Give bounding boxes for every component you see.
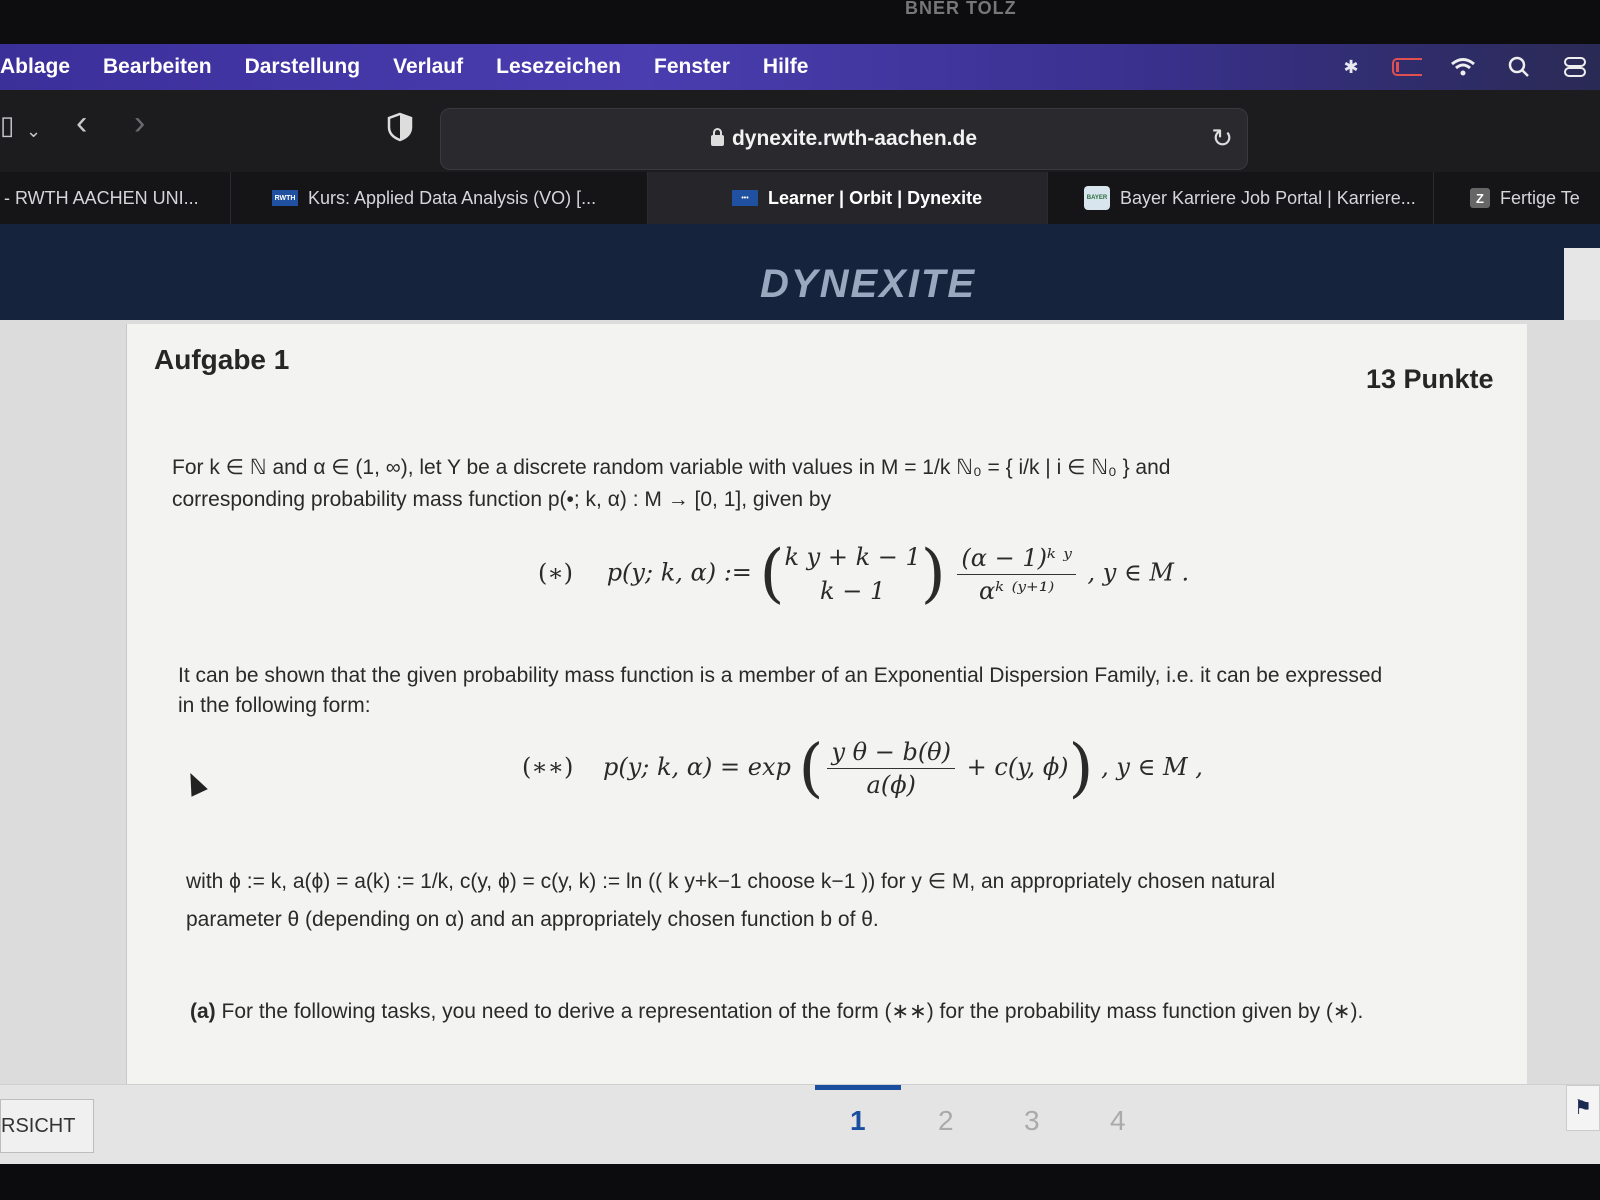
reload-icon[interactable]: ↻ (1211, 123, 1233, 154)
sidebar-toggle-icon[interactable]: ▯ (0, 108, 14, 142)
z-favicon-icon: Z (1470, 188, 1490, 208)
overview-button[interactable]: RSICHT (0, 1099, 94, 1153)
frac-numerator: (α − 1)ᵏ ʸ (957, 544, 1076, 575)
tab-bar: - RWTH AACHEN UNI... RWTH Kurs: Applied … (0, 172, 1600, 224)
tab-label: Kurs: Applied Data Analysis (VO) [... (308, 187, 597, 208)
overview-label: RSICHT (1, 1114, 76, 1137)
menu-bar: Ablage Bearbeiten Darstellung Verlauf Le… (0, 44, 1600, 90)
page-4-button[interactable]: 4 (1110, 1105, 1126, 1137)
task-points: 13 Punkte (1366, 364, 1494, 394)
browser-toolbar: ▯ ⌄ ‹ › dynexite.rwth-aachen.de ↻ (0, 90, 1600, 172)
part-a-label: (a) (190, 1000, 216, 1023)
bluetooth-icon[interactable]: ✱ (1336, 55, 1366, 79)
frac-denominator: αᵏ ⁽ʸ⁺¹⁾ (979, 576, 1055, 605)
formula-double-star-label: (∗∗) (522, 753, 574, 781)
formula-double-star-lhs: p(y; k, α) = exp (603, 753, 791, 781)
formula-star-tail: , y ∈ M . (1087, 558, 1190, 587)
dynexite-logo: DYNEXITE (760, 262, 977, 306)
formula-star-lhs: p(y; k, α) := (606, 558, 752, 587)
rwth-favicon-icon: RWTH (272, 190, 298, 206)
active-page-indicator (815, 1085, 901, 1090)
tab-fertige[interactable]: Z Fertige Te (1434, 172, 1600, 224)
tab-label: Fertige Te (1500, 187, 1580, 208)
forward-button[interactable]: › (134, 106, 145, 140)
battery-icon[interactable] (1392, 55, 1422, 79)
shield-icon[interactable] (386, 112, 414, 148)
menu-ablage[interactable]: Ablage (0, 55, 70, 79)
formula-star-fraction: (α − 1)ᵏ ʸ αᵏ ⁽ʸ⁺¹⁾ (957, 544, 1076, 605)
part-a-text: For the following tasks, you need to der… (221, 1000, 1364, 1023)
tab-dynexite[interactable]: ••• Learner | Orbit | Dynexite (648, 172, 1048, 224)
page-1-button[interactable]: 1 (850, 1105, 866, 1137)
frac-denominator: a(ϕ) (866, 771, 916, 799)
formula-double-star-plus: + c(y, ϕ) (966, 753, 1069, 781)
with-line-1: with ϕ := k, a(ϕ) = a(k) := 1/k, c(y, ϕ)… (186, 870, 1276, 893)
page-3-button[interactable]: 3 (1024, 1105, 1040, 1137)
binom-bottom: k − 1 (820, 577, 886, 605)
bayer-favicon-icon: BAYER (1084, 186, 1110, 210)
back-button[interactable]: ‹ (76, 106, 87, 140)
intro-line-2: corresponding probability mass function … (172, 488, 832, 511)
menu-verlauf[interactable]: Verlauf (393, 55, 463, 79)
tab-label: Learner | Orbit | Dynexite (768, 187, 983, 208)
tab-bayer[interactable]: BAYER Bayer Karriere Job Portal | Karrie… (1048, 172, 1434, 224)
menu-bearbeiten[interactable]: Bearbeiten (103, 55, 212, 79)
search-icon[interactable] (1504, 55, 1534, 79)
formula-star-binomial: k y + k − 1 k − 1 (785, 540, 921, 608)
dock (0, 1164, 1600, 1200)
chevron-down-icon[interactable]: ⌄ (26, 114, 41, 148)
tab-rwth[interactable]: - RWTH AACHEN UNI... (0, 172, 231, 224)
formula-double-star: (∗∗) p(y; k, α) = exp (y θ − b(θ) a(ϕ) + … (522, 731, 1203, 806)
menu-lesezeichen[interactable]: Lesezeichen (496, 55, 621, 79)
formula-double-star-tail: , y ∈ M , (1101, 753, 1203, 781)
edf-line-1: It can be shown that the given probabili… (178, 664, 1383, 687)
with-line-2: parameter θ (depending on α) and an appr… (186, 908, 879, 931)
menu-fenster[interactable]: Fenster (654, 55, 730, 79)
address-url: dynexite.rwth-aachen.de (731, 127, 978, 150)
lock-icon (710, 128, 724, 146)
camera-notch-label: BNER TOLZ (905, 0, 1017, 18)
page-2-button[interactable]: 2 (938, 1105, 954, 1137)
intro-line-1: For k ∈ ℕ and α ∈ (1, ∞), let Y be a dis… (172, 456, 1171, 479)
task-title: Aufgabe 1 (154, 344, 290, 375)
status-icons: ✱ (1336, 44, 1590, 90)
frac-numerator: y θ − b(θ) (827, 738, 955, 769)
part-a: (a) For the following tasks, you need to… (190, 996, 1363, 1027)
formula-star: (∗) p(y; k, α) := (k y + k − 1k − 1) (α … (538, 537, 1190, 611)
flag-icon[interactable]: ⚑ (1566, 1085, 1600, 1131)
control-center-icon[interactable] (1560, 55, 1590, 79)
tab-label: - RWTH AACHEN UNI... (4, 187, 199, 208)
tab-label: Bayer Karriere Job Portal | Karriere... (1120, 187, 1416, 208)
binom-top: k y + k − 1 (784, 543, 921, 571)
menu-darstellung[interactable]: Darstellung (245, 55, 361, 79)
formula-double-star-fraction: y θ − b(θ) a(ϕ) (827, 738, 955, 799)
edf-line-2: in the following form: (178, 694, 371, 717)
menu-hilfe[interactable]: Hilfe (763, 55, 809, 79)
formula-star-label: (∗) (538, 558, 574, 587)
address-bar[interactable]: dynexite.rwth-aachen.de ↻ (440, 108, 1248, 170)
bottom-navigation: RSICHT 1 2 3 4 ⚑ (0, 1084, 1600, 1165)
wifi-icon[interactable] (1448, 55, 1478, 79)
tab-applied-data-analysis[interactable]: RWTH Kurs: Applied Data Analysis (VO) [.… (230, 172, 648, 224)
dynexite-favicon-icon: ••• (732, 190, 758, 206)
